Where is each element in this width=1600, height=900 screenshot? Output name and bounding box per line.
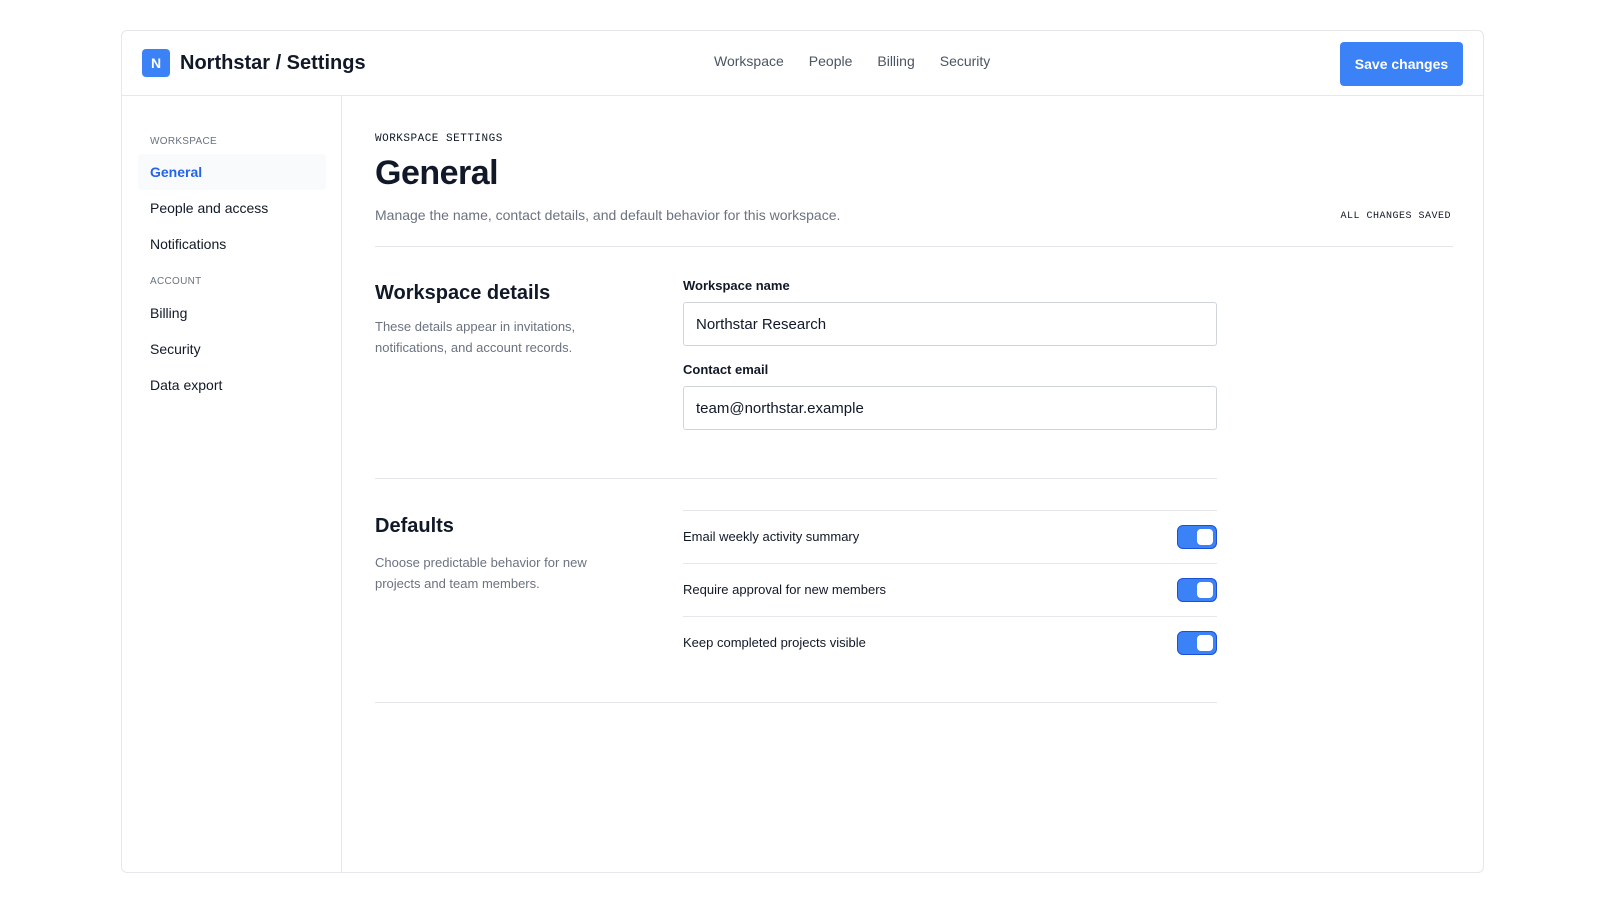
top-header: N Northstar / Settings Workspace People … — [122, 31, 1483, 96]
workspace-name-label: Workspace name — [683, 278, 790, 293]
sidebar-item-billing[interactable]: Billing — [138, 295, 326, 331]
main-content: WORKSPACE SETTINGS General Manage the na… — [375, 96, 1453, 872]
nav-people[interactable]: People — [809, 53, 853, 69]
bottom-divider — [375, 702, 1217, 703]
workspace-details-title: Workspace details — [375, 282, 551, 304]
toggle-row-keep-completed: Keep completed projects visible — [683, 616, 1217, 669]
sidebar-item-data-export[interactable]: Data export — [138, 367, 326, 403]
nav-security[interactable]: Security — [940, 53, 991, 69]
sidebar-item-people-and-access[interactable]: People and access — [138, 190, 326, 226]
workspace-logo: N — [142, 49, 170, 77]
app-title: Northstar / Settings — [180, 51, 366, 74]
toggle-row-weekly-summary: Email weekly activity summary — [683, 510, 1217, 563]
page-description: Manage the name, contact details, and de… — [375, 207, 841, 223]
weekly-summary-label: Email weekly activity summary — [683, 529, 860, 544]
sidebar: WORKSPACE General People and access Noti… — [122, 96, 342, 872]
section-divider — [375, 478, 1217, 479]
save-status-badge: ALL CHANGES SAVED — [1340, 211, 1451, 222]
toggle-knob — [1197, 635, 1213, 651]
weekly-summary-toggle[interactable] — [1177, 525, 1217, 549]
defaults-description: Choose predictable behavior for new proj… — [375, 555, 587, 591]
sidebar-section-workspace: WORKSPACE — [150, 136, 217, 147]
require-approval-toggle[interactable] — [1177, 578, 1217, 602]
page-eyebrow: WORKSPACE SETTINGS — [375, 133, 503, 145]
require-approval-label: Require approval for new members — [683, 582, 887, 597]
contact-email-input[interactable] — [683, 386, 1217, 430]
workspace-details-description: These details appear in invitations, not… — [375, 319, 576, 355]
keep-completed-label: Keep completed projects visible — [683, 635, 866, 650]
keep-completed-toggle[interactable] — [1177, 631, 1217, 655]
sidebar-item-notifications[interactable]: Notifications — [138, 226, 326, 262]
defaults-title: Defaults — [375, 515, 454, 537]
toggle-knob — [1197, 529, 1213, 545]
nav-billing[interactable]: Billing — [877, 53, 914, 69]
nav-workspace[interactable]: Workspace — [714, 53, 784, 69]
header-divider — [375, 246, 1453, 247]
sidebar-item-security[interactable]: Security — [138, 331, 326, 367]
save-changes-button[interactable]: Save changes — [1340, 42, 1463, 86]
workspace-name-input[interactable] — [683, 302, 1217, 346]
toggle-row-require-approval: Require approval for new members — [683, 563, 1217, 616]
sidebar-item-general[interactable]: General — [138, 154, 326, 190]
settings-window: N Northstar / Settings Workspace People … — [121, 30, 1484, 873]
page-title: General — [375, 154, 499, 192]
sidebar-section-account: ACCOUNT — [150, 276, 202, 287]
contact-email-label: Contact email — [683, 362, 769, 377]
brand: N Northstar / Settings — [142, 49, 366, 77]
toggle-knob — [1197, 582, 1213, 598]
top-nav: Workspace People Billing Security — [714, 53, 1015, 69]
